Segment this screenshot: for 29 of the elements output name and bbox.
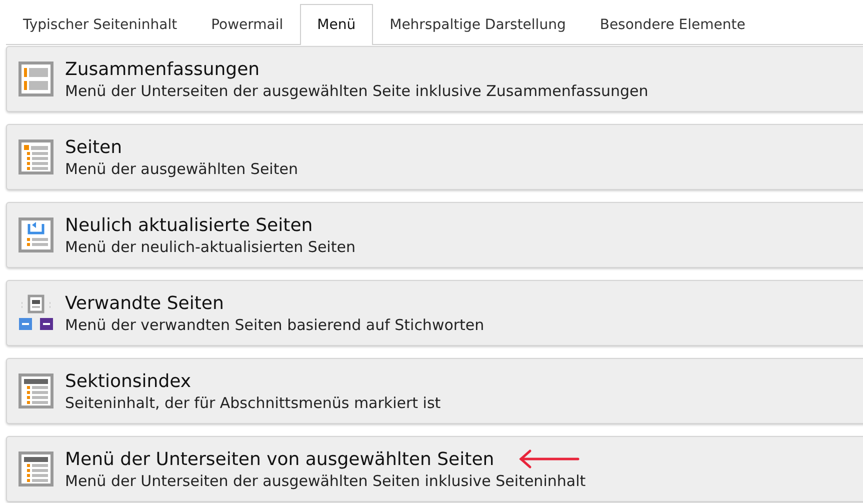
element-description: Seiteninhalt, der für Abschnittsmenüs markiert ist: [65, 394, 441, 412]
content-element-card[interactable]: Seiten Menü der ausgewählten Seiten: [6, 124, 863, 190]
list-icon: [17, 450, 55, 488]
element-title: Sektionsindex: [65, 370, 192, 392]
element-title: Seiten: [65, 136, 122, 158]
list-icon: [17, 138, 55, 176]
content-element-card[interactable]: Zusammenfassungen Menü der Unterseiten der ausgewählten Seite inklusive Zusammenfassungen: [6, 46, 863, 112]
list-icon: [17, 60, 55, 98]
element-title: Verwandte Seiten: [65, 292, 224, 314]
tab[interactable]: Mehrspaltige Darstellung: [372, 4, 583, 44]
tab[interactable]: Typischer Seiteninhalt: [6, 4, 194, 44]
content-element-card[interactable]: Sektionsindex Seiteninhalt, der für Abschnittsmenüs markiert ist: [6, 358, 863, 424]
element-description: Menü der ausgewählten Seiten: [65, 160, 298, 178]
content-element-card[interactable]: Menü der Unterseiten von ausgewählten Seiten Menü der Unterseiten der ausgewählten Seiten inklusive Seiteninhalt: [6, 436, 863, 502]
element-description: Menü der Unterseiten der ausgewählten Seiten inklusive Seiteninhalt: [65, 472, 586, 490]
element-description: Menü der Unterseiten der ausgewählten Seite inklusive Zusammenfassungen: [65, 82, 648, 100]
element-title: Zusammenfassungen: [65, 58, 260, 80]
tab[interactable]: Powermail: [194, 4, 300, 44]
element-description: Menü der verwandten Seiten basierend auf Stichworten: [65, 316, 484, 334]
element-title: Menü der Unterseiten von ausgewählten Seiten: [65, 448, 494, 470]
list-icon: [17, 372, 55, 410]
content-element-card[interactable]: Neulich aktualisierte Seiten Menü der neulich-aktualisierten Seiten: [6, 202, 863, 268]
tab[interactable]: Menü: [300, 4, 373, 45]
element-description: Menü der neulich-aktualisierten Seiten: [65, 238, 356, 256]
element-title: Neulich aktualisierte Seiten: [65, 214, 313, 236]
refresh-icon: [17, 216, 55, 254]
related-pages-icon: [17, 294, 55, 332]
content-element-card[interactable]: Verwandte Seiten Menü der verwandten Seiten basierend auf Stichworten: [6, 280, 863, 346]
tab[interactable]: Besondere Elemente: [582, 4, 762, 44]
